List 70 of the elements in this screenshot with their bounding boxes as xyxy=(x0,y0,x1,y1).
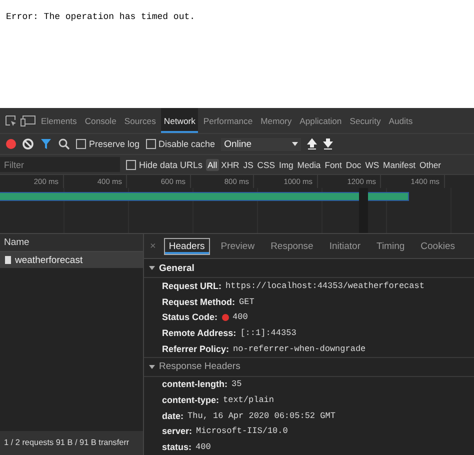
checkbox-label: Disable cache xyxy=(158,139,216,149)
header-name: Request URL: xyxy=(162,280,222,291)
type-filter-button[interactable]: Doc xyxy=(344,158,364,170)
header-value: 35 xyxy=(232,379,242,390)
type-filter-button[interactable]: Font xyxy=(322,158,344,170)
checkbox[interactable] xyxy=(146,139,156,149)
type-filter-button[interactable]: Manifest xyxy=(381,158,418,170)
header-name: Status Code: xyxy=(162,312,218,322)
status-bar: 1 / 2 requests 91 B / 91 B transferr xyxy=(0,431,143,455)
devtools-tab[interactable]: Audits xyxy=(386,108,416,133)
header-value: [::1]:44353 xyxy=(240,328,296,338)
checkbox[interactable] xyxy=(76,139,86,149)
filter-icon[interactable] xyxy=(40,138,52,150)
header-name: content-length: xyxy=(162,379,228,390)
name-column-header[interactable]: Name xyxy=(0,234,143,252)
type-filter-button[interactable]: Media xyxy=(295,158,323,170)
filter-field[interactable]: Filter xyxy=(0,157,120,172)
header-name: server: xyxy=(162,426,192,436)
type-filter-button[interactable]: All xyxy=(206,158,220,170)
header-value: 400 xyxy=(196,442,211,452)
request-row[interactable]: weatherforecast xyxy=(0,252,143,268)
type-filter-button[interactable]: CSS xyxy=(255,158,277,170)
inspect-icon[interactable] xyxy=(4,114,18,128)
clear-icon[interactable] xyxy=(22,138,34,150)
devtools-tab[interactable]: Memory xyxy=(258,108,295,133)
type-filter-button[interactable]: Other xyxy=(418,158,444,170)
header-value: 400 xyxy=(232,312,248,322)
upload-icon[interactable] xyxy=(307,138,318,150)
header-value: https://localhost:44353/weatherforecast xyxy=(226,280,424,291)
detail-tab[interactable]: Response xyxy=(266,238,318,255)
header-name: Remote Address: xyxy=(162,328,236,338)
checkbox[interactable] xyxy=(126,160,136,170)
header-value: Microsoft-IIS/10.0 xyxy=(196,426,288,436)
detail-tab[interactable]: Initiator xyxy=(324,238,366,255)
error-message: Error: The operation has timed out. xyxy=(6,12,196,22)
detail-tab[interactable]: Headers xyxy=(164,238,210,255)
type-filter-button[interactable]: JS xyxy=(241,158,256,170)
detail-tab[interactable]: Preview xyxy=(216,238,260,255)
detail-tab[interactable]: Cookies xyxy=(416,238,460,255)
devtools-tab[interactable]: Network xyxy=(160,108,198,133)
search-icon[interactable] xyxy=(58,138,70,150)
detail-tab[interactable]: Timing xyxy=(372,238,410,255)
devtools-tab[interactable]: Elements xyxy=(38,108,80,133)
section-header[interactable]: Response Headers xyxy=(144,356,474,377)
header-value: Thu, 16 Apr 2020 06:05:52 GMT xyxy=(188,410,336,421)
section-header[interactable]: General xyxy=(144,259,474,278)
header-name: date: xyxy=(162,410,184,421)
header-name: Referrer Policy: xyxy=(162,344,230,354)
devtools-tab[interactable]: Application xyxy=(296,108,345,133)
header-name: content-type: xyxy=(162,395,219,406)
type-filter-button[interactable]: Img xyxy=(276,158,296,170)
header-value: no-referrer-when-downgrade xyxy=(233,344,366,354)
devtools-tab[interactable]: Performance xyxy=(200,108,256,133)
header-name: status: xyxy=(162,442,192,452)
header-value: GET xyxy=(239,296,254,307)
checkbox-label: Preserve log xyxy=(89,139,140,149)
download-icon[interactable] xyxy=(323,138,334,150)
throttling-dropdown[interactable]: Online xyxy=(221,138,302,150)
record-icon[interactable] xyxy=(6,139,16,149)
devtools-tab[interactable]: Sources xyxy=(121,108,159,133)
header-name: Request Method: xyxy=(162,296,235,307)
type-filter-button[interactable]: XHR xyxy=(219,158,242,170)
devtools-tab[interactable]: Security xyxy=(346,108,384,133)
header-value: text/plain xyxy=(223,395,274,406)
checkbox-label: Hide data URLs xyxy=(139,160,203,170)
document-icon xyxy=(5,256,11,264)
devtools-tab[interactable]: Console xyxy=(82,108,120,133)
timeline-marker[interactable] xyxy=(359,188,368,233)
type-filter-button[interactable]: WS xyxy=(363,158,382,170)
device-icon[interactable] xyxy=(20,114,36,128)
